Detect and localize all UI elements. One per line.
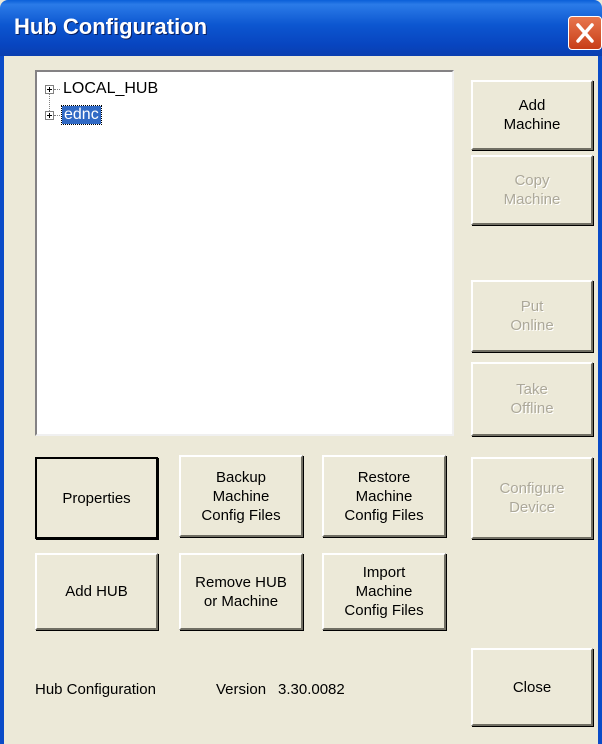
app-name-label: Hub Configuration [35, 681, 156, 698]
expand-icon[interactable] [45, 85, 54, 94]
version-label: Version [216, 681, 267, 698]
hub-configuration-window: Hub Configuration LOCAL_HUB ednc Add Mac… [0, 0, 602, 744]
tree-connector [54, 115, 60, 116]
close-icon [576, 23, 594, 43]
expand-icon[interactable] [45, 111, 54, 120]
properties-button[interactable]: Properties [35, 457, 158, 539]
configure-device-button[interactable]: Configure Device [471, 457, 593, 539]
close-button[interactable]: Close [471, 648, 593, 726]
import-config-files-button[interactable]: Import Machine Config Files [322, 553, 446, 630]
title-bar[interactable]: Hub Configuration [0, 0, 602, 56]
window-border-left [0, 56, 4, 744]
put-online-button[interactable]: Put Online [471, 280, 593, 352]
window-title: Hub Configuration [14, 14, 208, 39]
restore-config-files-button[interactable]: Restore Machine Config Files [322, 455, 446, 537]
backup-config-files-button[interactable]: Backup Machine Config Files [179, 455, 303, 537]
tree-item-label: ednc [61, 105, 102, 125]
tree-connector [54, 89, 60, 90]
tree-item-local-hub[interactable]: LOCAL_HUB [43, 80, 203, 100]
take-offline-button[interactable]: Take Offline [471, 362, 593, 436]
add-machine-button[interactable]: Add Machine [471, 80, 593, 150]
remove-hub-or-machine-button[interactable]: Remove HUB or Machine [179, 553, 303, 630]
window-border-right [598, 56, 602, 744]
version-value: 3.30.0082 [278, 681, 345, 698]
tree-item-ednc[interactable]: ednc [43, 105, 143, 126]
close-window-button[interactable] [568, 16, 602, 50]
tree-item-label: LOCAL_HUB [63, 80, 159, 97]
add-hub-button[interactable]: Add HUB [35, 553, 158, 630]
hub-tree-view[interactable]: LOCAL_HUB ednc [35, 70, 454, 436]
copy-machine-button[interactable]: Copy Machine [471, 155, 593, 225]
